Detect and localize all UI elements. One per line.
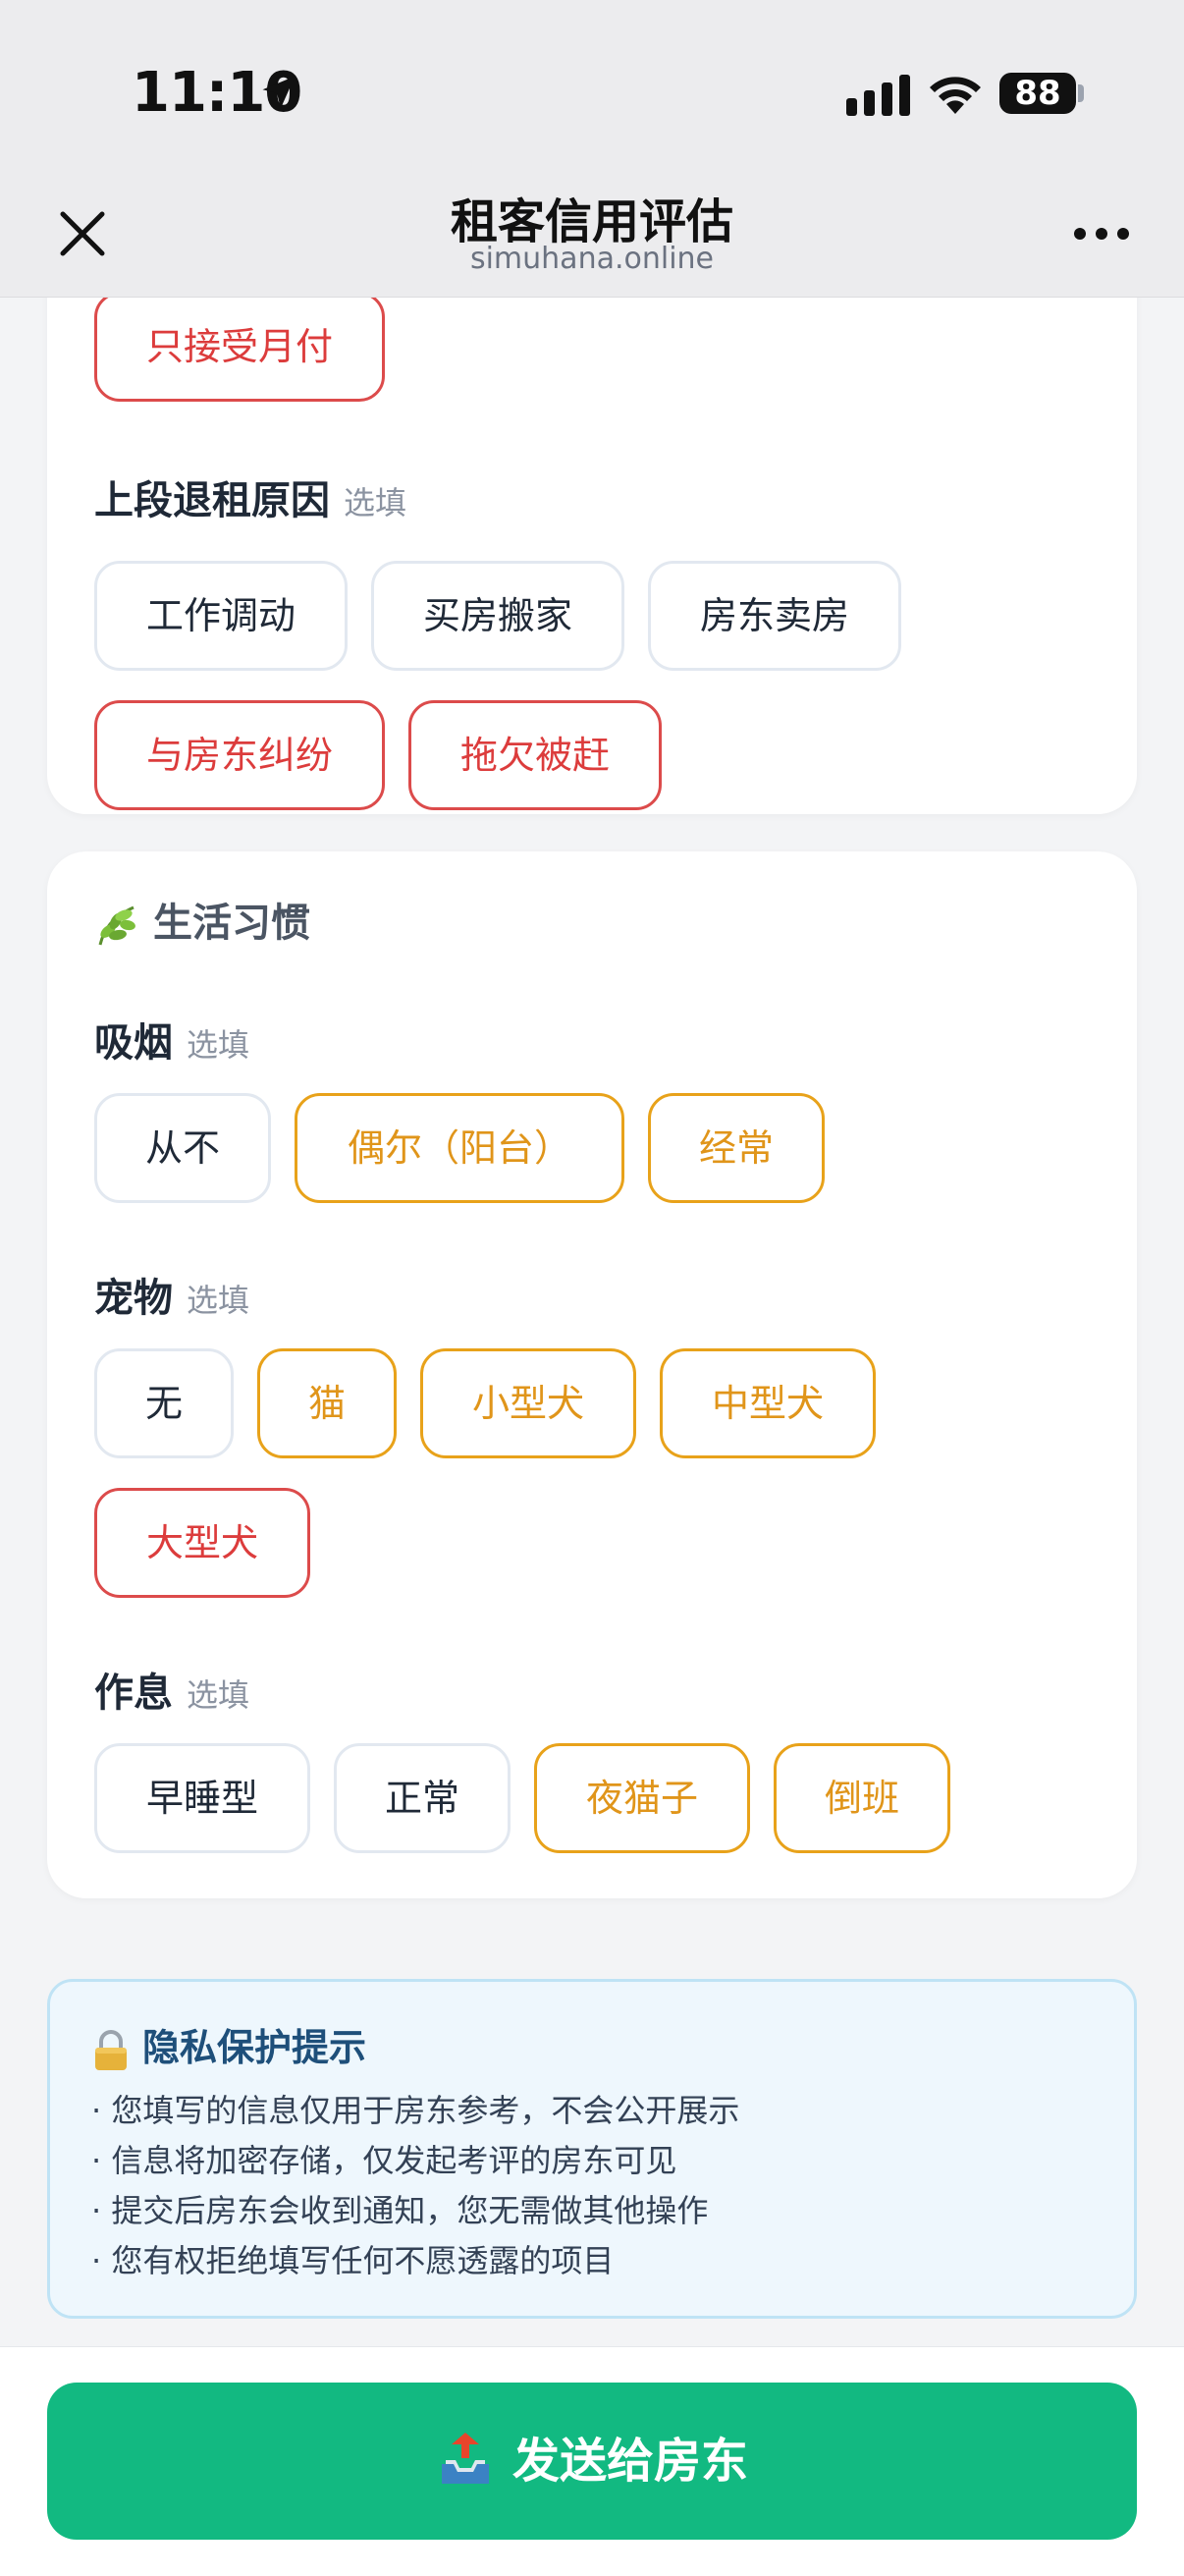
field-label-last-move-reason: 上段退租原因 选填: [94, 468, 406, 525]
option-pet-cat[interactable]: 猫: [257, 1348, 397, 1458]
optional-hint: 选填: [187, 1676, 250, 1714]
field-label-schedule: 作息 选填: [94, 1661, 249, 1718]
option-pet-large-dog[interactable]: 大型犬: [94, 1488, 310, 1598]
outbox-tray-icon: [441, 2433, 489, 2484]
option-pet-small-dog[interactable]: 小型犬: [420, 1348, 636, 1458]
option-smoke-often[interactable]: 经常: [648, 1093, 825, 1203]
option-landlord-dispute[interactable]: 与房东纠纷: [94, 700, 385, 810]
privacy-title-text: 隐私保护提示: [142, 2026, 367, 2069]
option-normal-schedule[interactable]: 正常: [334, 1743, 511, 1853]
location-arrow-icon: [262, 76, 296, 109]
lock-icon: [95, 2029, 127, 2070]
option-pet-medium-dog[interactable]: 中型犬: [660, 1348, 876, 1458]
rental-history-card: 只接受月付 上段退租原因 选填 工作调动 买房搬家 房东卖房 与房东纠纷 拖欠被赶: [47, 298, 1137, 814]
field-label-text: 吸烟: [94, 1020, 173, 1066]
privacy-list: 您填写的信息仅用于房东参考，不会公开展示 信息将加密存储，仅发起考评的房东可见 …: [91, 2086, 739, 2286]
battery-icon: 88: [999, 73, 1076, 114]
send-button-label: 发送给房东: [511, 2434, 748, 2489]
privacy-item: 您填写的信息仅用于房东参考，不会公开展示: [91, 2086, 739, 2136]
optional-hint: 选填: [187, 1026, 250, 1064]
privacy-title: 隐私保护提示: [91, 2017, 366, 2072]
option-smoke-occasional[interactable]: 偶尔（阳台）: [295, 1093, 624, 1203]
send-to-landlord-button[interactable]: 发送给房东: [47, 2383, 1137, 2540]
option-evicted-arrears[interactable]: 拖欠被赶: [408, 700, 662, 810]
privacy-item: 信息将加密存储，仅发起考评的房东可见: [91, 2136, 739, 2186]
battery-tip: [1078, 84, 1084, 102]
option-job-transfer[interactable]: 工作调动: [94, 561, 348, 671]
option-landlord-sold[interactable]: 房东卖房: [648, 561, 901, 671]
lifestyle-card: 生活习惯 吸烟 选填 从不 偶尔（阳台） 经常 宠物 选填 无 猫 小型犬 中型犬 …: [47, 851, 1137, 1898]
privacy-notice: 隐私保护提示 您填写的信息仅用于房东参考，不会公开展示 信息将加密存储，仅发起考…: [47, 1979, 1137, 2319]
field-label-text: 宠物: [94, 1276, 173, 1321]
field-label-text: 作息: [94, 1671, 173, 1716]
option-early-sleeper[interactable]: 早睡型: [94, 1743, 310, 1853]
wifi-icon: [930, 77, 981, 114]
option-monthly-only[interactable]: 只接受月付: [94, 298, 385, 402]
section-title-lifestyle: 生活习惯: [94, 891, 310, 949]
nav-bar: 租客信用评估 simuhana.online: [0, 187, 1184, 298]
option-shift-work[interactable]: 倒班: [774, 1743, 950, 1853]
field-label-pets: 宠物 选填: [94, 1266, 249, 1323]
optional-hint: 选填: [187, 1282, 250, 1319]
form-content[interactable]: 只接受月付 上段退租原因 选填 工作调动 买房搬家 房东卖房 与房东纠纷 拖欠被赶…: [0, 298, 1184, 2346]
cellular-signal-icon: [846, 75, 910, 116]
privacy-item: 提交后房东会收到通知，您无需做其他操作: [91, 2186, 739, 2236]
status-bar: 11:10 88: [0, 0, 1184, 187]
optional-hint: 选填: [344, 484, 407, 521]
privacy-item: 您有权拒绝填写任何不愿透露的项目: [91, 2236, 739, 2286]
option-night-owl[interactable]: 夜猫子: [534, 1743, 750, 1853]
field-label-text: 上段退租原因: [94, 478, 330, 523]
more-options-icon[interactable]: [1072, 226, 1131, 242]
option-smoke-never[interactable]: 从不: [94, 1093, 271, 1203]
leaf-icon: [98, 905, 135, 946]
bottom-action-bar: 发送给房东: [0, 2346, 1184, 2576]
option-pet-none[interactable]: 无: [94, 1348, 234, 1458]
section-title-text: 生活习惯: [153, 901, 310, 946]
field-label-smoking: 吸烟 选填: [94, 1011, 249, 1068]
option-bought-house[interactable]: 买房搬家: [371, 561, 624, 671]
page-domain: simuhana.online: [469, 242, 715, 276]
